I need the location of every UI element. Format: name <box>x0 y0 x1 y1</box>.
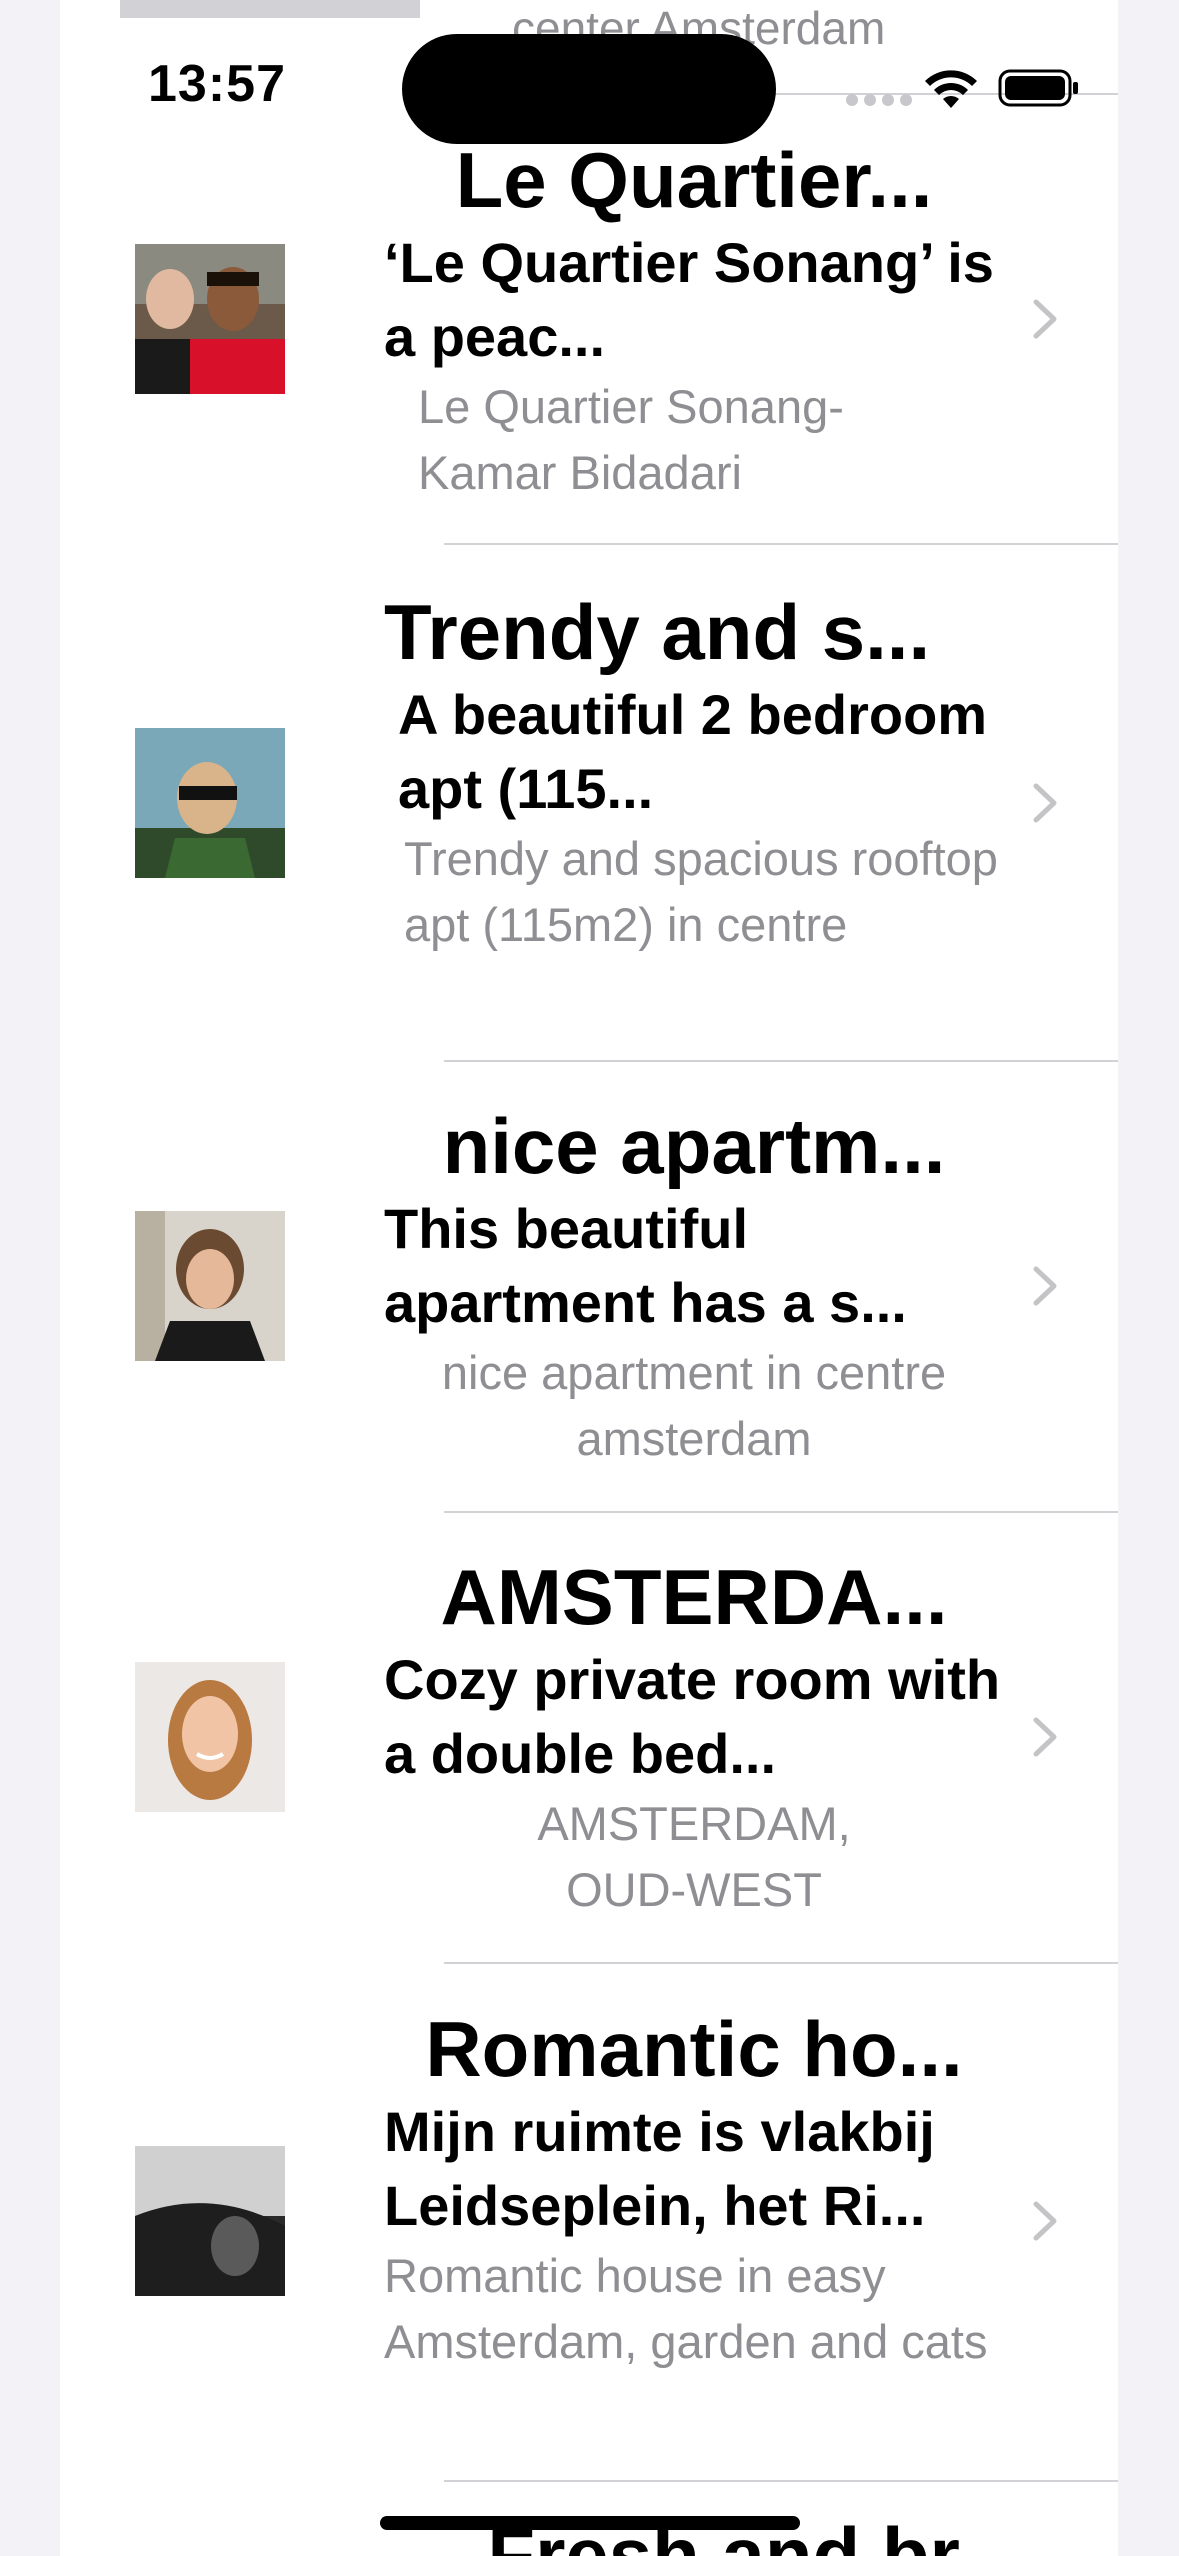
chevron-right-icon <box>1033 299 1057 339</box>
host-avatar <box>135 728 285 878</box>
chevron-right-icon <box>1033 1266 1057 1306</box>
listing-title: Le Quartier... <box>455 136 933 224</box>
previous-row-image-edge <box>120 0 420 18</box>
listing-text: Trendy and s... A beautiful 2 bedroom ap… <box>384 586 1004 958</box>
row-separator <box>444 2480 1118 2482</box>
status-time: 13:57 <box>148 55 286 113</box>
listing-subtitle: Trendy and spacious rooftop apt (115m2) … <box>404 832 998 951</box>
listing-subtitle: Le Quartier Sonang-Kamar Bidadari <box>418 380 844 499</box>
listing-description: This beautiful apartment has a s... <box>384 1197 907 1334</box>
row-separator <box>444 1962 1118 1964</box>
chevron-right-icon <box>1033 783 1057 823</box>
listing-subtitle: nice apartment in centre amsterdam <box>441 1346 947 1465</box>
listing-description: Cozy private room with a double bed... <box>384 1648 1001 1785</box>
listing-description: A beautiful 2 bedroom apt (115... <box>398 683 988 820</box>
home-indicator[interactable] <box>380 2516 800 2530</box>
host-avatar <box>135 244 285 394</box>
listing-description: Mijn ruimte is vlakbij Leidseplein, het … <box>384 2100 935 2237</box>
host-avatar <box>135 1662 285 1812</box>
dynamic-island <box>402 34 776 144</box>
row-separator <box>444 543 1118 545</box>
listing-subtitle: AMSTERDAM, OUD-WEST <box>537 1797 851 1916</box>
battery-icon <box>998 69 1078 107</box>
listing-text: Le Quartier... ‘Le Quartier Sonang’ is a… <box>384 134 1004 506</box>
listing-text: nice apartm... This beautiful apartment … <box>384 1100 1004 1472</box>
host-avatar <box>135 2146 285 2296</box>
listing-text: AMSTERDA... Cozy private room with a dou… <box>384 1551 1004 1923</box>
listing-title: Trendy and s... <box>384 588 931 676</box>
listing-title: nice apartm... <box>442 1102 946 1190</box>
chevron-right-icon <box>1033 1717 1057 1757</box>
listing-screen: center Amsterdam 13:57 Le Quartier... ‘L… <box>0 0 1179 2556</box>
listing-title: Romantic ho... <box>425 2005 963 2093</box>
row-separator <box>444 1060 1118 1062</box>
row-separator <box>444 1511 1118 1513</box>
signal-dots-icon <box>846 94 912 106</box>
host-avatar <box>135 1211 285 1361</box>
listing-description: ‘Le Quartier Sonang’ is a peac... <box>384 231 994 368</box>
listing-subtitle: Romantic house in easy Amsterdam, garden… <box>384 2249 988 2368</box>
chevron-right-icon <box>1033 2201 1057 2241</box>
wifi-icon <box>925 70 977 108</box>
listing-title: AMSTERDA... <box>440 1553 948 1641</box>
listing-text: Romantic ho... Mijn ruimte is vlakbij Le… <box>384 2003 1004 2375</box>
